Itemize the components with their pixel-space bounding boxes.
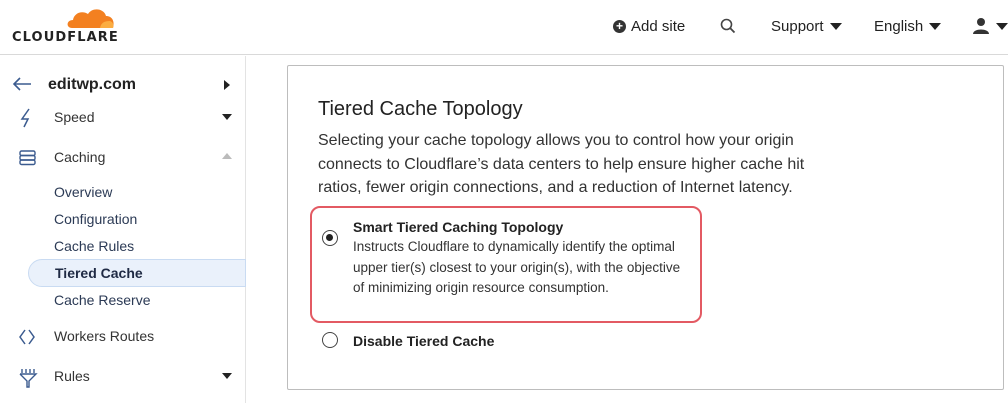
chevron-down-icon [829, 22, 842, 30]
back-arrow-icon[interactable] [12, 76, 32, 92]
language-label: English [874, 17, 924, 35]
sidebar-subitem-tiered-cache[interactable]: Tiered Cache [28, 259, 246, 287]
sidebar-subitem-cache-rules[interactable]: Cache Rules [54, 238, 134, 254]
support-label: Support [771, 17, 824, 35]
funnel-icon [19, 369, 38, 388]
support-dropdown[interactable]: Support [771, 16, 842, 36]
cloudflare-logo[interactable]: CLOUDFLARE [12, 4, 122, 45]
lightning-icon [20, 108, 30, 128]
sidebar-subitem-configuration[interactable]: Configuration [54, 211, 137, 227]
add-site-label: Add site [631, 17, 686, 35]
option-title[interactable]: Disable Tiered Cache [353, 333, 494, 349]
chevron-down-icon [222, 114, 232, 120]
sidebar-item-rules[interactable]: Rules [0, 364, 246, 390]
sidebar-subitem-cache-reserve[interactable]: Cache Reserve [54, 292, 151, 308]
sidebar-item-label: Rules [54, 368, 90, 384]
add-site-button[interactable]: + Add site [613, 16, 685, 36]
sidebar-item-label: Workers Routes [54, 328, 155, 344]
plus-circle-icon: + [613, 19, 626, 33]
chevron-down-icon [929, 22, 942, 30]
tiered-cache-card: Tiered Cache Topology Selecting your cac… [287, 65, 1004, 390]
database-icon [19, 150, 36, 166]
chevron-right-icon[interactable] [224, 80, 230, 90]
sidebar-item-speed[interactable]: Speed [0, 105, 246, 131]
search-button[interactable] [720, 16, 736, 36]
card-title: Tiered Cache Topology [318, 98, 523, 120]
sidebar-item-workers-routes[interactable]: Workers Routes [0, 324, 246, 350]
sidebar-item-label: Caching [54, 149, 106, 165]
search-icon [720, 18, 736, 34]
chevron-down-icon [222, 373, 232, 379]
sidebar-item-caching[interactable]: Caching [0, 145, 246, 171]
radio-selected-dot [326, 234, 333, 241]
site-name: editwp.com [48, 76, 137, 93]
card-description: Selecting your cache topology allows you… [318, 132, 805, 196]
sidebar-item-label: Speed [54, 109, 95, 125]
user-menu[interactable] [972, 16, 1008, 36]
brand-wordmark: CLOUDFLARE [12, 30, 119, 45]
disable-tiered-radio[interactable] [322, 332, 338, 348]
workers-icon [19, 329, 35, 345]
chevron-up-icon [222, 153, 232, 159]
sidebar-subitem-overview[interactable]: Overview [54, 184, 112, 200]
cloud-logo-icon [67, 9, 114, 28]
language-dropdown[interactable]: English [874, 16, 942, 36]
chevron-down-icon [996, 22, 1008, 30]
sidebar: editwp.com Speed Caching Overview Config… [0, 56, 246, 403]
option-title[interactable]: Smart Tiered Caching Topology [353, 219, 563, 235]
site-selector[interactable]: editwp.com [0, 66, 246, 102]
sidebar-subitem-label: Tiered Cache [55, 265, 143, 281]
top-header: CLOUDFLARE + Add site Support English [0, 0, 1008, 55]
smart-tiered-radio[interactable] [322, 230, 338, 246]
user-icon [973, 18, 989, 34]
option-description: Instructs Cloudflare to dynamically iden… [353, 239, 681, 295]
